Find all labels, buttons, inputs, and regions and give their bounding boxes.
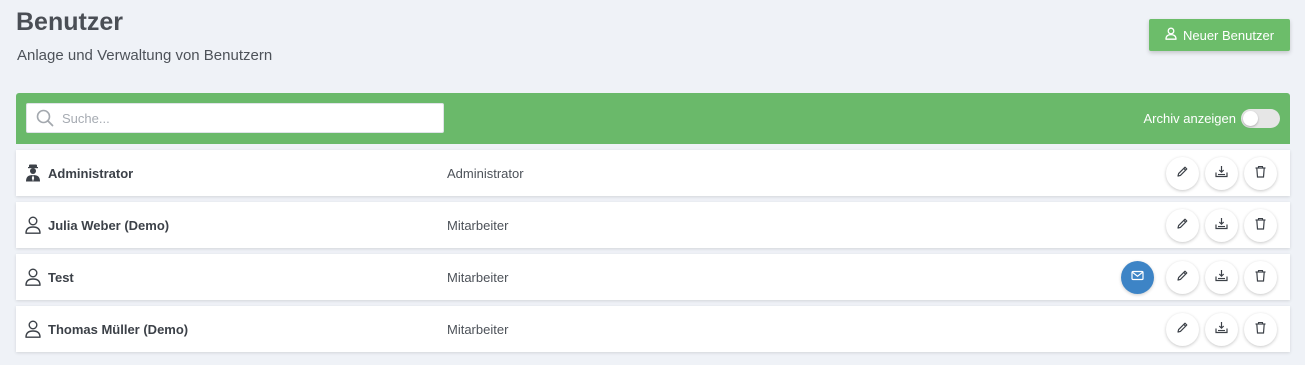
- user-role: Mitarbeiter: [447, 269, 509, 285]
- table-row: Administrator Administrator: [16, 150, 1290, 196]
- archive-toggle[interactable]: [1241, 109, 1280, 128]
- pencil-icon: [1176, 217, 1189, 235]
- user-icon: [25, 320, 41, 338]
- user-name: Julia Weber (Demo): [48, 217, 170, 233]
- user-plus-icon: [1165, 27, 1177, 43]
- trash-icon: [1254, 217, 1267, 235]
- export-button[interactable]: [1205, 209, 1238, 242]
- export-button[interactable]: [1205, 261, 1238, 294]
- toggle-knob: [1243, 111, 1258, 126]
- edit-button[interactable]: [1166, 261, 1199, 294]
- delete-button[interactable]: [1244, 157, 1277, 190]
- download-icon: [1215, 321, 1228, 339]
- search-icon: [30, 104, 60, 132]
- trash-icon: [1254, 165, 1267, 183]
- user-name: Thomas Müller (Demo): [48, 321, 189, 337]
- delete-button[interactable]: [1244, 313, 1277, 346]
- search-box[interactable]: [26, 103, 444, 133]
- user-name: Administrator: [48, 165, 134, 181]
- page-title: Benutzer: [16, 8, 123, 36]
- archive-label: Archiv anzeigen: [1143, 111, 1237, 126]
- admin-user-icon: [25, 164, 41, 182]
- user-icon: [25, 268, 41, 286]
- user-role: Mitarbeiter: [447, 217, 509, 233]
- pencil-icon: [1176, 269, 1189, 287]
- table-row: Thomas Müller (Demo) Mitarbeiter: [16, 306, 1290, 352]
- edit-button[interactable]: [1166, 313, 1199, 346]
- table-row: Test Mitarbeiter: [16, 254, 1290, 300]
- table-row: Julia Weber (Demo) Mitarbeiter: [16, 202, 1290, 248]
- download-icon: [1215, 165, 1228, 183]
- delete-button[interactable]: [1244, 209, 1277, 242]
- new-user-label: Neuer Benutzer: [1182, 27, 1275, 43]
- user-role: Administrator: [447, 165, 524, 181]
- page-subtitle: Anlage und Verwaltung von Benutzern: [17, 47, 273, 64]
- pencil-icon: [1176, 321, 1189, 339]
- delete-button[interactable]: [1244, 261, 1277, 294]
- edit-button[interactable]: [1166, 209, 1199, 242]
- trash-icon: [1254, 321, 1267, 339]
- filter-toolbar: Archiv anzeigen: [16, 93, 1290, 144]
- edit-button[interactable]: [1166, 157, 1199, 190]
- user-role: Mitarbeiter: [447, 321, 509, 337]
- user-name: Test: [48, 269, 74, 285]
- export-button[interactable]: [1205, 157, 1238, 190]
- new-user-button[interactable]: Neuer Benutzer: [1149, 19, 1290, 51]
- download-icon: [1215, 269, 1228, 287]
- envelope-icon: [1131, 269, 1144, 287]
- trash-icon: [1254, 269, 1267, 287]
- search-input[interactable]: [60, 105, 443, 131]
- user-icon: [25, 216, 41, 234]
- download-icon: [1215, 217, 1228, 235]
- export-button[interactable]: [1205, 313, 1238, 346]
- pencil-icon: [1176, 165, 1189, 183]
- send-invite-button[interactable]: [1121, 261, 1154, 294]
